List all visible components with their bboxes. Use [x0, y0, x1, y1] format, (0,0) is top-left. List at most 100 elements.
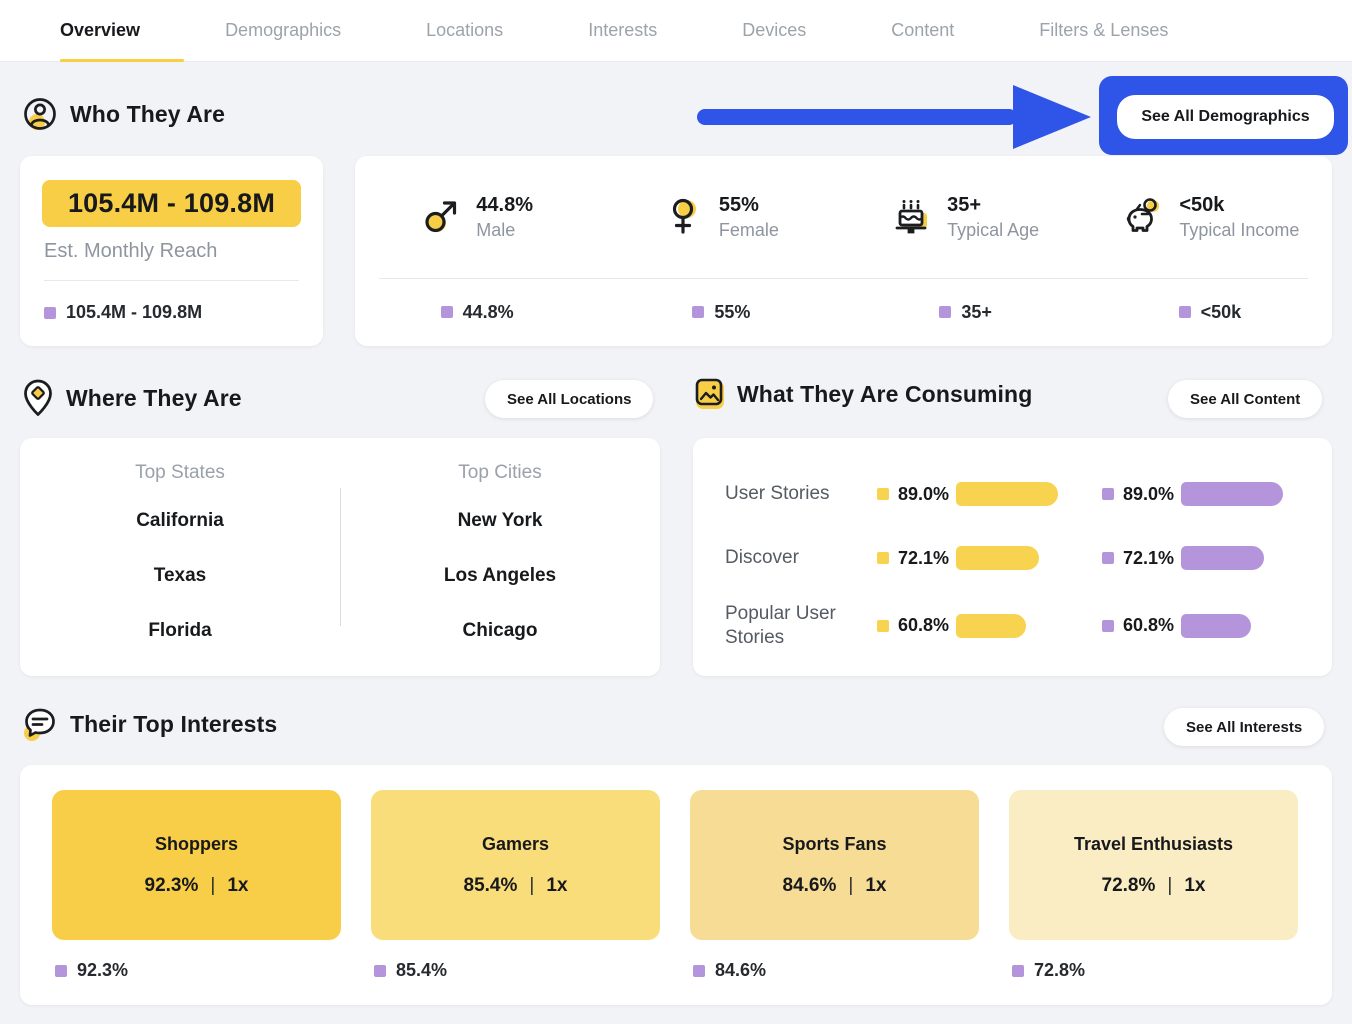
purple-square-bullet — [939, 306, 951, 318]
state-item: California — [136, 510, 224, 532]
yellow-value: 72.1% — [898, 548, 956, 569]
city-item: Chicago — [463, 620, 538, 642]
demo-income: <50k Typical Income — [1088, 156, 1332, 278]
stat-separator: | — [529, 875, 534, 897]
location-pin-icon — [22, 378, 54, 418]
purple-square-bullet — [1102, 620, 1114, 632]
purple-square-bullet — [1179, 306, 1191, 318]
female-footer-value: 55% — [714, 302, 750, 323]
interests-panel: Shoppers 92.3% | 1x Gamers 85.4% | 1x Sp… — [20, 765, 1332, 1005]
section-title-where-they-are: Where They Are — [66, 385, 242, 412]
section-title-who-they-are: Who They Are — [70, 101, 225, 128]
age-footer-value: 35+ — [961, 302, 992, 323]
birthday-cake-icon — [892, 197, 932, 237]
see-all-locations-button[interactable]: See All Locations — [485, 380, 653, 418]
interest-card-travel-enthusiasts[interactable]: Travel Enthusiasts 72.8% | 1x — [1009, 790, 1298, 940]
piggy-bank-icon — [1120, 197, 1164, 237]
purple-value: 72.1% — [1123, 548, 1181, 569]
demographics-card: 44.8% Male 55% Female — [355, 156, 1332, 346]
female-value: 55% — [719, 194, 779, 217]
chat-bubble-icon — [22, 706, 58, 742]
interest-stat: 92.3% | 1x — [145, 875, 249, 897]
male-value: 44.8% — [476, 194, 533, 217]
see-all-demographics-button[interactable]: See All Demographics — [1117, 95, 1334, 139]
demo-male: 44.8% Male — [355, 156, 599, 278]
vertical-divider — [340, 488, 341, 626]
interest-stat: 85.4% | 1x — [464, 875, 568, 897]
locations-card: Top States California Texas Florida Top … — [20, 438, 660, 676]
stat-separator: | — [848, 875, 853, 897]
purple-bar — [1181, 546, 1264, 570]
see-all-content-button[interactable]: See All Content — [1168, 380, 1322, 418]
age-value: 35+ — [947, 194, 1039, 217]
yellow-square-bullet — [877, 620, 889, 632]
purple-square-bullet — [44, 307, 56, 319]
see-all-interests-button[interactable]: See All Interests — [1164, 708, 1324, 746]
interest-card-shoppers[interactable]: Shoppers 92.3% | 1x — [52, 790, 341, 940]
stat-separator: | — [1167, 875, 1172, 897]
divider — [44, 280, 299, 281]
consuming-card: User Stories 89.0% 89.0% Discover 72.1% … — [693, 438, 1332, 676]
purple-square-bullet — [441, 306, 453, 318]
top-cities-column: Top Cities New York Los Angeles Chicago — [340, 438, 660, 676]
tab-content[interactable]: Content — [891, 0, 954, 62]
tab-demographics[interactable]: Demographics — [225, 0, 341, 62]
yellow-value: 60.8% — [898, 615, 956, 636]
consuming-header: What They Are Consuming — [693, 378, 1032, 410]
yellow-bar — [956, 614, 1026, 638]
reach-footer-value: 105.4M - 109.8M — [66, 302, 202, 323]
state-item: Florida — [148, 620, 211, 642]
male-icon — [421, 197, 461, 237]
female-icon — [664, 197, 704, 237]
person-circle-icon — [22, 96, 58, 132]
consuming-row-discover: Discover 72.1% 72.1% — [725, 538, 1302, 578]
female-label: Female — [719, 220, 779, 241]
purple-value: 60.8% — [1123, 615, 1181, 636]
yellow-value: 89.0% — [898, 484, 956, 505]
row-label: User Stories — [725, 482, 877, 506]
reach-label: Est. Monthly Reach — [44, 240, 217, 263]
tab-devices[interactable]: Devices — [742, 0, 806, 62]
demographics-footer: 44.8% 55% 35+ <50k — [355, 278, 1332, 346]
image-icon — [693, 378, 725, 410]
where-they-are-header: Where They Are — [22, 378, 242, 418]
interest-card-gamers[interactable]: Gamers 85.4% | 1x — [371, 790, 660, 940]
purple-square-bullet — [1102, 488, 1114, 500]
purple-square-bullet — [374, 965, 386, 977]
interest-footer: 92.3% — [55, 960, 344, 981]
annotation-highlight-box: See All Demographics — [1099, 76, 1348, 155]
age-label: Typical Age — [947, 220, 1039, 241]
purple-bar — [1181, 614, 1251, 638]
interest-name: Travel Enthusiasts — [1074, 834, 1233, 855]
interest-name: Shoppers — [155, 834, 238, 855]
demographics-columns: 44.8% Male 55% Female — [355, 156, 1332, 278]
top-states-column: Top States California Texas Florida — [20, 438, 340, 676]
reach-footer: 105.4M - 109.8M — [44, 302, 202, 323]
purple-value: 89.0% — [1123, 484, 1181, 505]
interest-stat: 84.6% | 1x — [783, 875, 887, 897]
demo-female: 55% Female — [599, 156, 843, 278]
who-they-are-header: Who They Are — [22, 96, 225, 132]
income-value: <50k — [1179, 194, 1299, 217]
purple-square-bullet — [693, 965, 705, 977]
yellow-square-bullet — [877, 488, 889, 500]
purple-square-bullet — [1012, 965, 1024, 977]
purple-square-bullet — [1102, 552, 1114, 564]
tab-filters-lenses[interactable]: Filters & Lenses — [1039, 0, 1168, 62]
male-footer-value: 44.8% — [463, 302, 514, 323]
income-label: Typical Income — [1179, 220, 1299, 241]
tab-interests[interactable]: Interests — [588, 0, 657, 62]
interest-footer: 72.8% — [1012, 960, 1301, 981]
tab-overview[interactable]: Overview — [60, 0, 140, 62]
purple-square-bullet — [55, 965, 67, 977]
top-cities-header: Top Cities — [458, 462, 541, 484]
reach-value-chip: 105.4M - 109.8M — [42, 180, 301, 227]
interest-stat: 72.8% | 1x — [1102, 875, 1206, 897]
tab-locations[interactable]: Locations — [426, 0, 503, 62]
interest-name: Gamers — [482, 834, 549, 855]
row-label: Popular User Stories — [725, 602, 877, 650]
consuming-row-popular-user-stories: Popular User Stories 60.8% 60.8% — [725, 602, 1302, 650]
interest-footer: 84.6% — [693, 960, 982, 981]
interest-card-sports-fans[interactable]: Sports Fans 84.6% | 1x — [690, 790, 979, 940]
consuming-row-user-stories: User Stories 89.0% 89.0% — [725, 474, 1302, 514]
